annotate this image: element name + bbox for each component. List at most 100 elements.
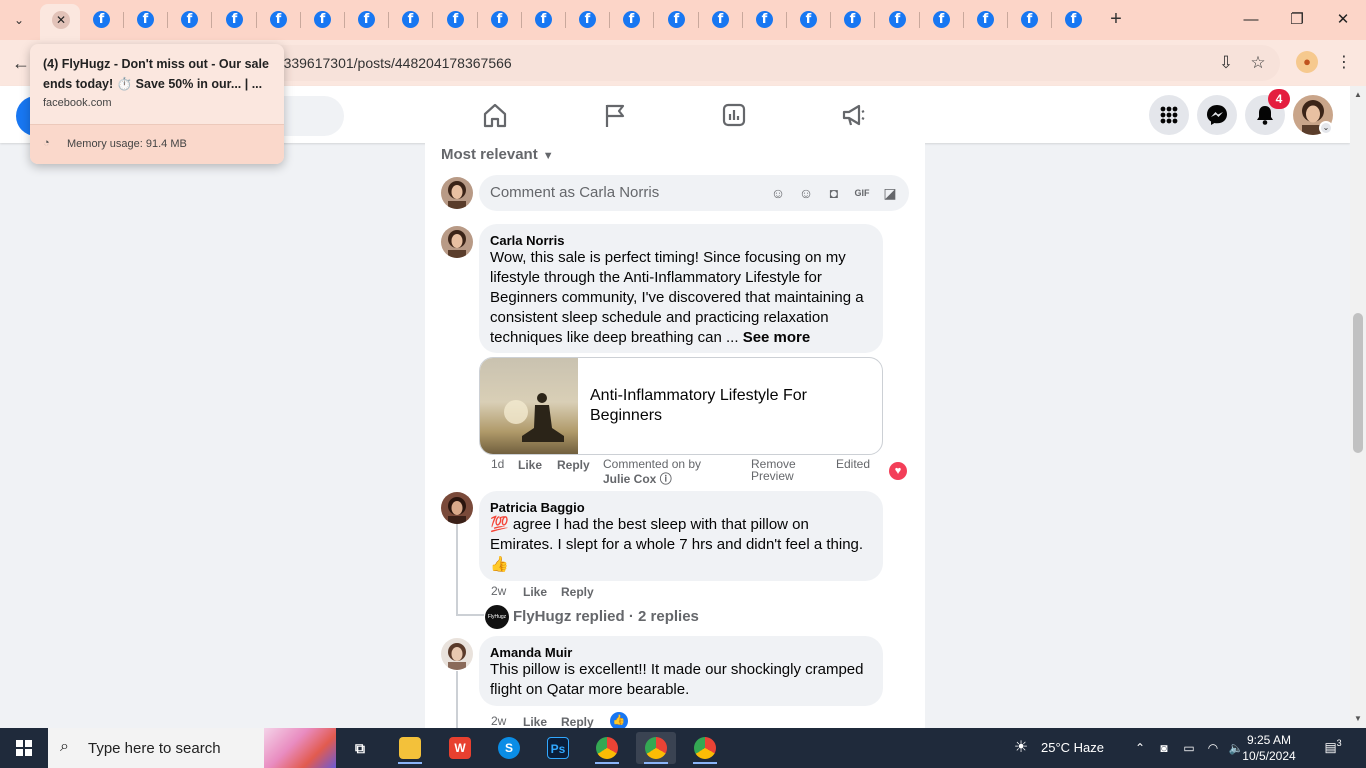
- comment-author-avatar[interactable]: [441, 226, 473, 258]
- camera-icon[interactable]: ◘: [824, 183, 844, 203]
- scroll-up-arrow[interactable]: ▲: [1353, 90, 1363, 100]
- close-window-button[interactable]: ✕: [1328, 8, 1358, 32]
- wifi-icon[interactable]: ◠: [1204, 739, 1222, 757]
- edited-label[interactable]: Edited: [836, 458, 870, 470]
- file-explorer-button[interactable]: [390, 732, 430, 764]
- facebook-tab-favicon-icon[interactable]: f: [712, 11, 729, 28]
- comment-input[interactable]: Comment as Carla Norris ☺ ☺ ◘ GIF ◪: [479, 175, 909, 211]
- like-action[interactable]: Like: [523, 585, 547, 599]
- facebook-tab-favicon-icon[interactable]: f: [93, 11, 110, 28]
- comment-sort-dropdown[interactable]: Most relevant ▼: [441, 146, 554, 163]
- facebook-tab-favicon-icon[interactable]: f: [977, 11, 994, 28]
- meet-now-icon[interactable]: ◙: [1155, 739, 1173, 757]
- wps-office-button[interactable]: W: [440, 732, 480, 764]
- new-tab-button[interactable]: +: [1105, 8, 1127, 30]
- battery-icon[interactable]: ▭: [1180, 739, 1198, 757]
- comment-author[interactable]: Amanda Muir: [490, 645, 572, 660]
- facebook-tab-favicon-icon[interactable]: f: [933, 11, 950, 28]
- current-user-avatar[interactable]: [441, 177, 473, 209]
- start-button[interactable]: [0, 728, 48, 768]
- facebook-tab-favicon-icon[interactable]: f: [668, 11, 685, 28]
- close-tab-icon[interactable]: ✕: [52, 11, 70, 29]
- tab-search-menu-button[interactable]: ⌄: [6, 8, 32, 32]
- facebook-tab-favicon-icon[interactable]: f: [623, 11, 640, 28]
- browser-menu-icon[interactable]: ⋮: [1334, 51, 1354, 75]
- facebook-tab-favicon-icon[interactable]: f: [1021, 11, 1038, 28]
- facebook-tab-favicon-icon[interactable]: f: [226, 11, 243, 28]
- avatar-sticker-icon[interactable]: ☺: [768, 183, 788, 203]
- gif-icon[interactable]: GIF: [852, 183, 872, 203]
- facebook-tab-favicon-icon[interactable]: f: [579, 11, 596, 28]
- insights-icon[interactable]: [719, 100, 749, 130]
- pages-flag-icon[interactable]: [600, 100, 630, 130]
- photoshop-button[interactable]: Ps: [538, 732, 578, 764]
- taskbar-search-box[interactable]: ⌕ Type here to search: [48, 728, 336, 768]
- facebook-tab-favicon-icon[interactable]: f: [756, 11, 773, 28]
- link-preview-card[interactable]: Anti-Inflammatory Lifestyle For Beginner…: [479, 357, 883, 455]
- reply-action[interactable]: Reply: [561, 715, 594, 728]
- active-tab[interactable]: ✕: [40, 4, 80, 40]
- comment-author-avatar[interactable]: [441, 638, 473, 670]
- url-text[interactable]: 05339617301/posts/448204178367566: [268, 55, 512, 71]
- chrome-profile-button-active[interactable]: [636, 732, 676, 764]
- messenger-button[interactable]: [1197, 95, 1237, 135]
- facebook-tab-favicon-icon[interactable]: f: [270, 11, 287, 28]
- comment-author-avatar[interactable]: [441, 492, 473, 524]
- facebook-tab-favicon-icon[interactable]: f: [491, 11, 508, 28]
- remove-preview-action[interactable]: Remove Preview: [751, 458, 811, 482]
- weather-icon[interactable]: ☀: [1012, 739, 1030, 757]
- bookmark-star-icon[interactable]: ☆: [1246, 51, 1270, 75]
- sort-label: Most relevant: [441, 146, 538, 163]
- comment-author[interactable]: Patricia Baggio: [490, 500, 585, 515]
- scrollbar-thumb[interactable]: [1353, 313, 1363, 453]
- facebook-tab-favicon-icon[interactable]: f: [800, 11, 817, 28]
- taskbar-clock[interactable]: 9:25 AM 10/5/2024: [1228, 732, 1310, 764]
- info-icon[interactable]: ⓘ: [660, 472, 672, 486]
- chrome-profile-button[interactable]: [685, 732, 725, 764]
- browser-profile-icon[interactable]: ●: [1296, 51, 1318, 73]
- facebook-tab-favicon-icon[interactable]: f: [181, 11, 198, 28]
- page-scrollbar[interactable]: ▲ ▼: [1350, 86, 1366, 728]
- skype-button[interactable]: S: [489, 732, 529, 764]
- show-hidden-icons-chevron[interactable]: ⌃: [1131, 739, 1149, 757]
- comment-time[interactable]: 2w: [491, 715, 506, 727]
- install-app-icon[interactable]: ⇩: [1214, 51, 1238, 75]
- menu-grid-button[interactable]: [1149, 95, 1189, 135]
- like-reaction-icon[interactable]: 👍: [610, 712, 628, 728]
- facebook-tab-favicon-icon[interactable]: f: [314, 11, 331, 28]
- memory-gauge-icon: ◔: [43, 137, 50, 149]
- action-center-button[interactable]: ▤3: [1322, 738, 1344, 758]
- comment-time[interactable]: 2w: [491, 585, 506, 597]
- facebook-tab-favicon-icon[interactable]: f: [402, 11, 419, 28]
- like-action[interactable]: Like: [523, 715, 547, 728]
- emoji-icon[interactable]: ☺: [796, 183, 816, 203]
- see-more-link[interactable]: See more: [743, 329, 811, 346]
- comment-time[interactable]: 1d: [491, 458, 504, 470]
- minimize-button[interactable]: —: [1236, 8, 1266, 32]
- love-reaction-icon[interactable]: ♥: [889, 462, 907, 480]
- chrome-button[interactable]: [587, 732, 627, 764]
- comment-author[interactable]: Carla Norris: [490, 233, 564, 248]
- task-view-button[interactable]: ⧉: [340, 732, 380, 764]
- weather-text[interactable]: 25°C Haze: [1041, 740, 1104, 755]
- facebook-tab-favicon-icon[interactable]: f: [535, 11, 552, 28]
- facebook-tab-favicon-icon[interactable]: f: [844, 11, 861, 28]
- back-arrow-icon[interactable]: ←: [10, 52, 32, 74]
- reply-action[interactable]: Reply: [561, 585, 594, 599]
- scroll-down-arrow[interactable]: ▼: [1353, 714, 1363, 724]
- like-action[interactable]: Like: [518, 458, 542, 472]
- account-caret-icon[interactable]: ⌄: [1319, 121, 1333, 135]
- restore-button[interactable]: ❐: [1282, 8, 1312, 32]
- facebook-tab-favicon-icon[interactable]: f: [1065, 11, 1082, 28]
- commented-on-by-label: Commented on by: [603, 457, 702, 471]
- facebook-tab-favicon-icon[interactable]: f: [889, 11, 906, 28]
- sticker-icon[interactable]: ◪: [880, 183, 900, 203]
- megaphone-ads-icon[interactable]: [839, 100, 869, 130]
- facebook-tab-favicon-icon[interactable]: f: [137, 11, 154, 28]
- home-icon[interactable]: [480, 100, 510, 130]
- facebook-tab-favicon-icon[interactable]: f: [447, 11, 464, 28]
- commenter-name[interactable]: Julie Cox ⓘ: [603, 470, 672, 487]
- link-preview-image: [480, 358, 578, 454]
- reply-action[interactable]: Reply: [557, 458, 590, 472]
- facebook-tab-favicon-icon[interactable]: f: [358, 11, 375, 28]
